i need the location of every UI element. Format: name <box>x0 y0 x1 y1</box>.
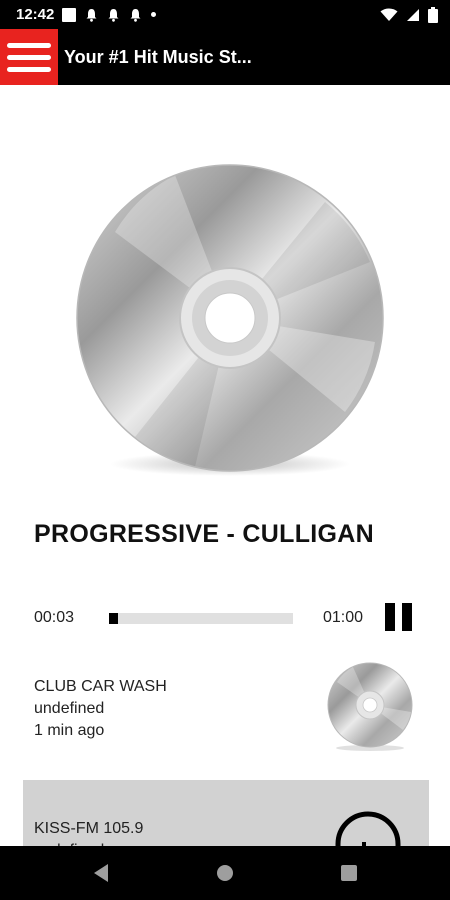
now-playing-title: PROGRESSIVE - CULLIGAN <box>34 520 374 548</box>
cd-icon <box>327 662 413 751</box>
player-controls: 00:03 01:00 <box>34 600 424 636</box>
battery-icon <box>428 6 438 23</box>
app-header: Your #1 Hit Music St... <box>0 29 450 85</box>
progress-fill <box>109 613 119 624</box>
duration-time: 01:00 <box>323 609 364 626</box>
system-status-icons <box>380 6 438 23</box>
menu-button[interactable] <box>0 29 58 85</box>
home-icon[interactable] <box>212 860 238 886</box>
pause-button[interactable] <box>385 603 413 631</box>
bell-icon <box>108 8 119 22</box>
page-title: Your #1 Hit Music St... <box>64 46 252 67</box>
recents-icon[interactable] <box>336 860 362 886</box>
elapsed-time: 00:03 <box>34 609 75 626</box>
dot-icon <box>151 12 157 17</box>
hamburger-menu-icon <box>7 42 51 48</box>
square-notification-icon <box>62 7 77 22</box>
pause-icon <box>385 603 395 631</box>
wifi-icon <box>380 8 398 21</box>
status-time: 12:42 <box>16 6 55 23</box>
history-item[interactable]: CLUB CAR WASH undefined 1 min ago <box>34 662 424 756</box>
progress-bar[interactable] <box>109 613 293 624</box>
bell-icon <box>130 8 141 22</box>
bell-icon <box>86 8 97 22</box>
signal-icon <box>407 8 419 21</box>
back-icon[interactable] <box>88 860 114 886</box>
history-item-title: KISS-FM 105.9 <box>34 820 144 837</box>
album-art-cd-icon <box>76 164 384 476</box>
status-bar: 12:42 <box>0 0 450 29</box>
system-nav-bar <box>0 846 450 900</box>
notification-icons <box>62 7 157 22</box>
